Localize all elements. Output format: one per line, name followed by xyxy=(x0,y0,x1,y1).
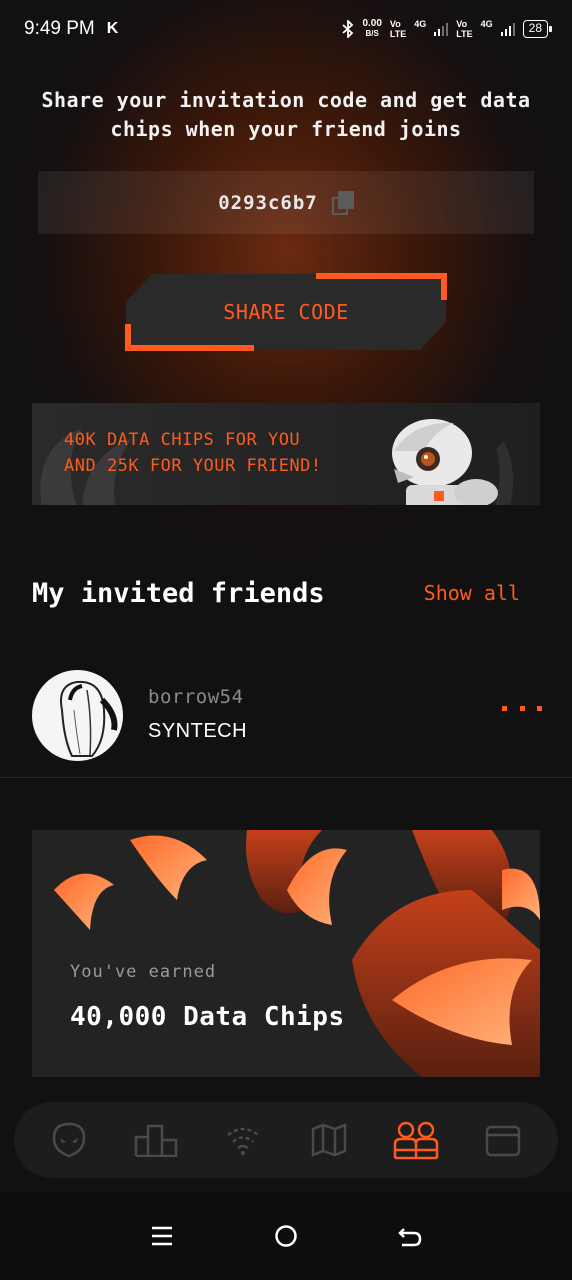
invitation-code-box[interactable]: 0293c6b7 xyxy=(38,171,534,234)
map-icon xyxy=(312,1123,347,1157)
bottom-tab-bar xyxy=(14,1102,558,1178)
tab-wallet[interactable] xyxy=(475,1112,531,1168)
friend-row[interactable]: borrow54 SYNTECH xyxy=(0,660,572,778)
net-speed-value: 0.00 xyxy=(362,18,382,29)
tab-stats[interactable] xyxy=(128,1112,184,1168)
share-code-button[interactable]: SHARE CODE xyxy=(124,272,448,352)
promo-line-1: 40K DATA CHIPS FOR YOU xyxy=(64,430,301,450)
share-code-label: SHARE CODE xyxy=(223,300,349,324)
avatar xyxy=(32,670,123,761)
earned-chips-card: You've earned 40,000 Data Chips xyxy=(32,830,540,1077)
status-bar: 9:49 PM K 0.00 B/S Vo LTE 4G Vo LTE 4G 28 xyxy=(0,0,572,58)
bar-chart-icon xyxy=(134,1124,178,1157)
sim1-signal-icon xyxy=(434,22,449,36)
home-circle-icon xyxy=(275,1225,297,1247)
app-indicator-icon: K xyxy=(106,20,119,37)
sim2-volte: Vo LTE xyxy=(456,19,473,39)
wallet-icon xyxy=(485,1125,520,1157)
show-all-link[interactable]: Show all xyxy=(424,581,540,605)
recent-apps-button[interactable] xyxy=(138,1212,186,1260)
sim1-tech: 4G xyxy=(414,19,427,29)
tab-friends[interactable] xyxy=(388,1112,444,1168)
home-button[interactable] xyxy=(262,1212,310,1260)
tab-map[interactable] xyxy=(301,1112,357,1168)
back-icon xyxy=(398,1228,422,1247)
promo-line-2: AND 25K FOR YOUR FRIEND! xyxy=(64,456,322,476)
sim2-signal-icon xyxy=(500,22,515,36)
menu-icon xyxy=(152,1226,172,1246)
net-speed-unit: B/S xyxy=(365,29,379,38)
promo-text: 40K DATA CHIPS FOR YOU AND 25K FOR YOUR … xyxy=(64,427,322,479)
alien-head-icon xyxy=(53,1122,86,1158)
sim1-volte: Vo LTE xyxy=(389,19,407,39)
status-right: 0.00 B/S Vo LTE 4G Vo LTE 4G 28 xyxy=(342,19,553,39)
tab-alien[interactable] xyxy=(41,1112,97,1168)
net-speed: 0.00 B/S xyxy=(362,19,381,39)
earned-label: You've earned xyxy=(70,962,217,982)
robot-mascot-icon xyxy=(392,419,513,505)
copy-icon[interactable] xyxy=(331,190,354,215)
referral-promo-banner: 40K DATA CHIPS FOR YOU AND 25K FOR YOUR … xyxy=(32,403,540,505)
status-time: 9:49 PM xyxy=(24,18,95,39)
system-nav-bar xyxy=(0,1192,572,1280)
earned-amount: 40,000 Data Chips xyxy=(70,1002,345,1032)
more-options-icon[interactable] xyxy=(502,698,542,718)
bluetooth-icon xyxy=(342,20,354,38)
friends-icon xyxy=(393,1121,439,1160)
tab-wifi[interactable] xyxy=(215,1112,271,1168)
invite-message: Share your invitation code and get data … xyxy=(41,88,531,141)
friend-username: borrow54 xyxy=(148,686,244,708)
invitation-code: 0293c6b7 xyxy=(218,191,318,214)
friend-org: SYNTECH xyxy=(148,720,248,742)
wifi-icon xyxy=(226,1127,259,1155)
chips-artwork xyxy=(54,830,540,1077)
battery-icon: 28 xyxy=(522,20,553,38)
back-button[interactable] xyxy=(386,1212,434,1260)
sim2-tech: 4G xyxy=(480,19,493,29)
invited-friends-title: My invited friends xyxy=(32,577,325,609)
invited-friends-header: My invited friends Show all xyxy=(32,570,540,616)
